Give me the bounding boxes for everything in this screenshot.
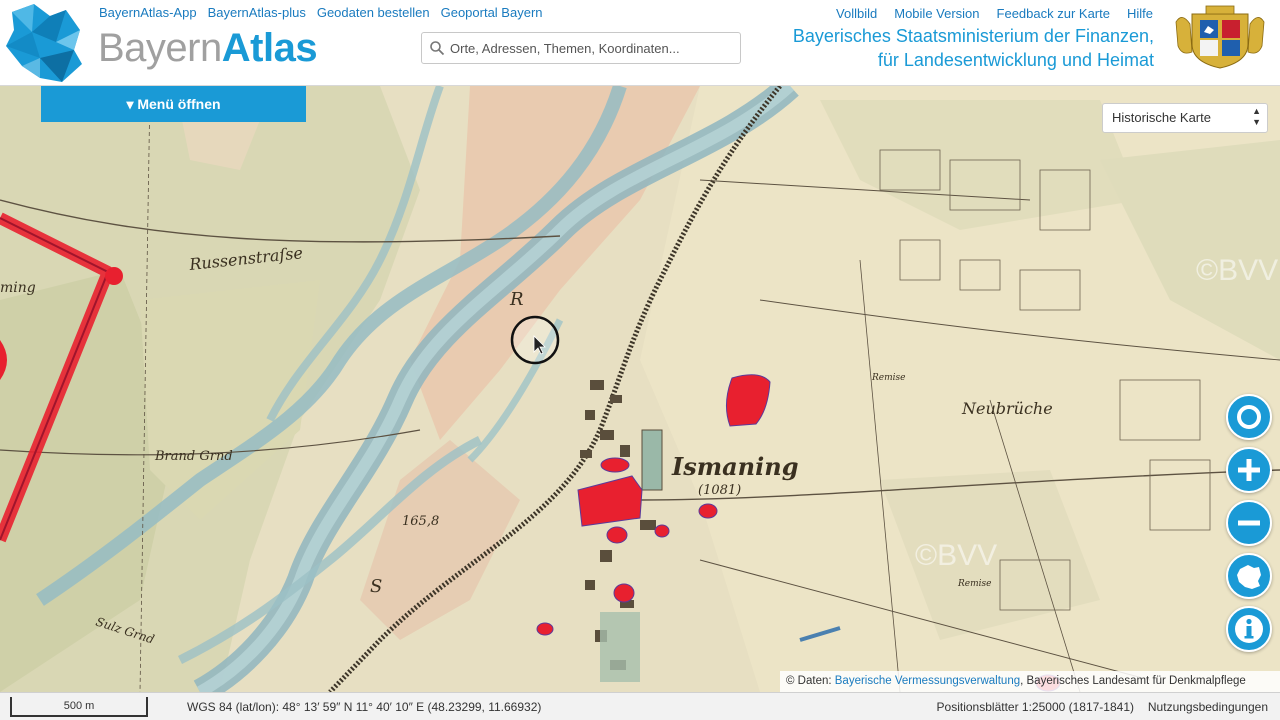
link-geoportal-bayern[interactable]: Geoportal Bayern [441,5,543,20]
zoom-out-button[interactable] [1226,500,1272,546]
ministry-line-2: für Landesentwicklung und Heimat [877,50,1154,70]
header: BayernAtlas BayernAtlas-App BayernAtlas-… [0,0,1280,86]
map-controls [1226,394,1272,659]
scale-bar: 500 m [10,697,148,717]
ministry-line-1: Bayerisches Staatsministerium der Finanz… [792,26,1154,46]
link-bayernatlas-app[interactable]: BayernAtlas-App [99,5,197,20]
map-sheets-info: Positionsblätter 1:25000 (1817-1841) [936,700,1134,714]
copyright-watermark-2: ©BVV [915,539,997,572]
map-label-remise-1: Remise [871,373,905,383]
coordinate-readout[interactable]: WGS 84 (lat/lon): 48° 13′ 59″ N 11° 40′ … [187,700,541,714]
bavaria-coat-of-arms-icon[interactable] [1170,4,1270,70]
map-label-elevation: 165,8 [402,514,439,529]
select-arrows-icon: ▲ ▼ [1252,106,1261,127]
map-label-neubrueche: Neubrüche [961,399,1053,418]
link-hilfe[interactable]: Hilfe [1127,6,1153,21]
map-label-ming: ming [0,280,36,296]
map-canvas[interactable]: Ismaning (1081) Russenstraſse Brand Grnd… [0,86,1280,692]
bayernatlas-logo-icon[interactable] [4,2,84,84]
attribution: © Daten: Bayerische Vermessungsverwaltun… [780,671,1280,692]
historic-map[interactable]: Ismaning (1081) Russenstraſse Brand Grnd… [0,86,1280,692]
copyright-watermark-1: ©BVV [1196,254,1278,287]
link-vollbild[interactable]: Vollbild [836,6,877,21]
top-links-left: BayernAtlas-App BayernAtlas-plus Geodate… [99,5,543,20]
map-label-river-r: R [509,289,524,310]
map-label-ismaning-number: (1081) [698,483,741,498]
map-label-remise-2: Remise [957,579,991,589]
bayernatlas-wordmark[interactable]: BayernAtlas [98,26,318,71]
bavaria-icon [1237,565,1261,589]
map-label-ismaning: Ismaning [671,452,798,481]
link-geodaten-bestellen[interactable]: Geodaten bestellen [317,5,430,20]
link-bayernatlas-plus[interactable]: BayernAtlas-plus [208,5,306,20]
zoom-in-icon [1238,459,1260,481]
top-links-right: Vollbild Mobile Version Feedback zur Kar… [836,6,1153,21]
ministry-name[interactable]: Bayerisches Staatsministerium der Finanz… [793,24,1154,72]
cursor-indicator [510,315,560,365]
link-feedback[interactable]: Feedback zur Karte [997,6,1110,21]
search-box [421,32,741,64]
background-layer-select[interactable]: Historische Karte ▲ ▼ [1102,103,1268,133]
attribution-suffix: , Bayerisches Landesamt für Denkmalpfleg… [1020,675,1246,687]
search-icon [430,41,445,56]
map-label-brand-grund: Brand Grnd [154,449,233,464]
map-label-river-s: S [370,576,382,597]
search-input[interactable] [450,33,738,63]
footer: 500 m WGS 84 (lat/lon): 48° 13′ 59″ N 11… [0,692,1280,720]
locate-button[interactable] [1226,394,1272,440]
background-layer-value: Historische Karte [1112,110,1211,125]
attribution-prefix: © Daten: [786,675,835,687]
link-mobile-version[interactable]: Mobile Version [894,6,979,21]
attribution-link[interactable]: Bayerische Vermessungsverwaltung [835,675,1020,687]
zoom-to-bavaria-button[interactable] [1226,553,1272,599]
locate-icon [1237,405,1261,429]
zoom-out-icon [1238,520,1260,526]
info-button[interactable] [1226,606,1272,652]
zoom-in-button[interactable] [1226,447,1272,493]
info-icon [1235,615,1263,643]
menu-open-button[interactable]: ▾ Menü öffnen [41,86,306,122]
terms-link[interactable]: Nutzungsbedingungen [1148,700,1268,714]
